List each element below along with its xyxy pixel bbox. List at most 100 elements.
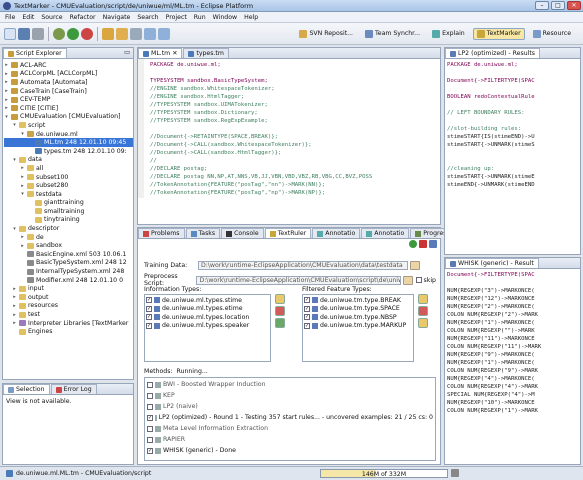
- method-item[interactable]: RAPIER: [147, 434, 433, 445]
- tree-item[interactable]: ▸ sandbox: [4, 241, 133, 250]
- browse-icon[interactable]: [402, 275, 413, 285]
- tab-annotatio[interactable]: Annotatio: [361, 228, 410, 238]
- menu-search[interactable]: Search: [137, 14, 158, 21]
- browse-icon[interactable]: [410, 261, 420, 270]
- external-tools-icon[interactable]: [81, 27, 93, 40]
- type-item[interactable]: ✓ de.uniwue.tm.type.SPACE: [304, 305, 412, 314]
- preprocess-script-field[interactable]: D:\work\runtime-EclipseApplication\CMUEv…: [196, 275, 401, 285]
- type-item[interactable]: ✓ de.uniwue.ml.types.speaker: [146, 322, 269, 331]
- forward-icon[interactable]: [158, 27, 170, 40]
- method-item[interactable]: Meta Level Information Extraction: [147, 423, 433, 434]
- type-checkbox[interactable]: ✓: [304, 305, 310, 312]
- tab-error-log[interactable]: Error Log: [50, 384, 97, 394]
- type-checkbox[interactable]: ✓: [304, 297, 310, 304]
- tree-item[interactable]: Modifier.xml 248 12.01.10 0: [4, 276, 133, 285]
- type-item[interactable]: ✓ de.uniwue.tm.type.MARKUP: [304, 322, 412, 331]
- information-types-list[interactable]: ✓ de.uniwue.ml.types.stime ✓ de.uniwue.ml.t…: [144, 294, 271, 362]
- tree-item[interactable]: ▾ descriptor: [4, 224, 133, 233]
- menu-run[interactable]: Run: [194, 14, 206, 21]
- tab-whisk-results[interactable]: WHISK (generic) - Result: [445, 258, 539, 268]
- method-checkbox[interactable]: ✓: [147, 414, 153, 421]
- tree-item[interactable]: ▾ CMUEvaluation [CMUEvaluation]: [4, 113, 133, 122]
- menu-source[interactable]: Source: [41, 14, 62, 21]
- tree-item[interactable]: ▸ Automata [Automata]: [4, 78, 133, 87]
- minimize-button[interactable]: –: [535, 1, 549, 10]
- tree-item[interactable]: ▸ ACL-ARC: [4, 61, 133, 70]
- add-type-icon[interactable]: [275, 294, 285, 304]
- expand-toggle-icon[interactable]: ▾: [20, 191, 25, 197]
- annotation-icon[interactable]: [130, 27, 142, 40]
- garbage-collect-icon[interactable]: [451, 469, 459, 477]
- close-button[interactable]: ✕: [567, 1, 581, 10]
- tree-item[interactable]: ▸ CaseTrain [CaseTrain]: [4, 87, 133, 96]
- tree-item[interactable]: ▾ de.uniwue.ml: [4, 130, 133, 139]
- method-checkbox[interactable]: [147, 392, 153, 399]
- expand-toggle-icon[interactable]: ▸: [20, 243, 25, 249]
- maximize-button[interactable]: □: [551, 1, 565, 10]
- tree-item[interactable]: gianttraining: [4, 199, 133, 208]
- minimize-view-icon[interactable]: ▭: [124, 49, 130, 56]
- tree-item[interactable]: ▸ resources: [4, 302, 133, 311]
- type-checkbox[interactable]: ✓: [304, 314, 310, 321]
- method-item[interactable]: KEP: [147, 390, 433, 401]
- training-data-field[interactable]: D:\work\runtime-EclipseApplication\CMUEv…: [198, 261, 408, 270]
- menu-window[interactable]: Window: [213, 14, 237, 21]
- tree-item[interactable]: ▸ all: [4, 164, 133, 173]
- tree-item[interactable]: InternalTypeSystem.xml 248: [4, 267, 133, 276]
- back-icon[interactable]: [144, 27, 156, 40]
- menu-help[interactable]: Help: [244, 14, 258, 21]
- editor-text[interactable]: PACKAGE de.uniwue.ml; TYPESYSTEM sandbox.…: [138, 59, 440, 198]
- expand-toggle-icon[interactable]: ▾: [20, 131, 25, 137]
- perspective-svn[interactable]: SVN Reposit...: [295, 28, 357, 40]
- stop-icon[interactable]: [419, 240, 427, 248]
- method-item[interactable]: ✓ LP2 (optimized) - Round 1 - Testing 357…: [147, 412, 433, 423]
- tree-item[interactable]: ▸ subset100: [4, 173, 133, 182]
- expand-toggle-icon[interactable]: ▾: [12, 226, 17, 232]
- expand-toggle-icon[interactable]: ▸: [12, 312, 17, 318]
- expand-toggle-icon[interactable]: ▸: [12, 286, 17, 292]
- remove-filter-icon[interactable]: [418, 306, 428, 316]
- expand-toggle-icon[interactable]: ▸: [20, 174, 25, 180]
- tree-item[interactable]: Engines: [4, 327, 133, 336]
- method-item[interactable]: BWI - Boosted Wrapper Induction: [147, 379, 433, 390]
- expand-toggle-icon[interactable]: ▸: [12, 294, 17, 300]
- type-item[interactable]: ✓ de.uniwue.ml.types.location: [146, 313, 269, 322]
- close-tab-icon[interactable]: ✕: [172, 50, 177, 57]
- debug-icon[interactable]: [53, 27, 65, 40]
- tree-item[interactable]: ▸ CEV-TEMP: [4, 95, 133, 104]
- type-checkbox[interactable]: ✓: [146, 322, 152, 329]
- tree-item[interactable]: ▸ Interpreter Libraries [TextMarker: [4, 319, 133, 328]
- skip-checkbox[interactable]: [415, 277, 422, 283]
- tab-ml-tm[interactable]: ML.tm ✕: [138, 48, 183, 58]
- method-checkbox[interactable]: [147, 425, 153, 432]
- method-item[interactable]: ✓ WHISK (generic) - Done: [147, 445, 433, 456]
- menu-edit[interactable]: Edit: [22, 14, 34, 21]
- expand-toggle-icon[interactable]: ▸: [12, 303, 17, 309]
- menu-project[interactable]: Project: [166, 14, 187, 21]
- type-checkbox[interactable]: ✓: [146, 297, 152, 304]
- menu-file[interactable]: File: [5, 14, 15, 21]
- filtered-types-list[interactable]: ✓ de.uniwue.tm.type.BREAK ✓ de.uniwue.tm.ty…: [302, 294, 414, 362]
- expand-toggle-icon[interactable]: ▾: [12, 157, 17, 163]
- perspective-team[interactable]: Team Synchr...: [361, 28, 424, 40]
- tab-console[interactable]: Console: [221, 228, 264, 238]
- run-icon[interactable]: [67, 27, 79, 40]
- method-checkbox[interactable]: [147, 381, 153, 388]
- perspective-explain[interactable]: Explain: [428, 28, 469, 40]
- perspective-textmarker[interactable]: TextMarker: [472, 27, 525, 40]
- type-checkbox[interactable]: ✓: [304, 322, 310, 329]
- tab-types-tm[interactable]: types.tm: [183, 48, 229, 58]
- perspective-resource[interactable]: Resource: [529, 28, 575, 40]
- tree-item[interactable]: ▾ script: [4, 121, 133, 130]
- tree-item[interactable]: BasicEngine.xml 503 10.06.1: [4, 250, 133, 259]
- expand-toggle-icon[interactable]: ▸: [12, 320, 17, 326]
- tab-tasks[interactable]: Tasks: [185, 228, 221, 238]
- method-checkbox[interactable]: [147, 403, 153, 410]
- expand-toggle-icon[interactable]: ▸: [4, 97, 9, 103]
- tree-item[interactable]: ▾ testdata: [4, 190, 133, 199]
- type-item[interactable]: ✓ de.uniwue.tm.type.BREAK: [304, 296, 412, 305]
- expand-toggle-icon[interactable]: ▸: [20, 165, 25, 171]
- results-icon[interactable]: [429, 240, 437, 248]
- search-icon[interactable]: [116, 27, 128, 40]
- type-item[interactable]: ✓ de.uniwue.ml.types.stime: [146, 296, 269, 305]
